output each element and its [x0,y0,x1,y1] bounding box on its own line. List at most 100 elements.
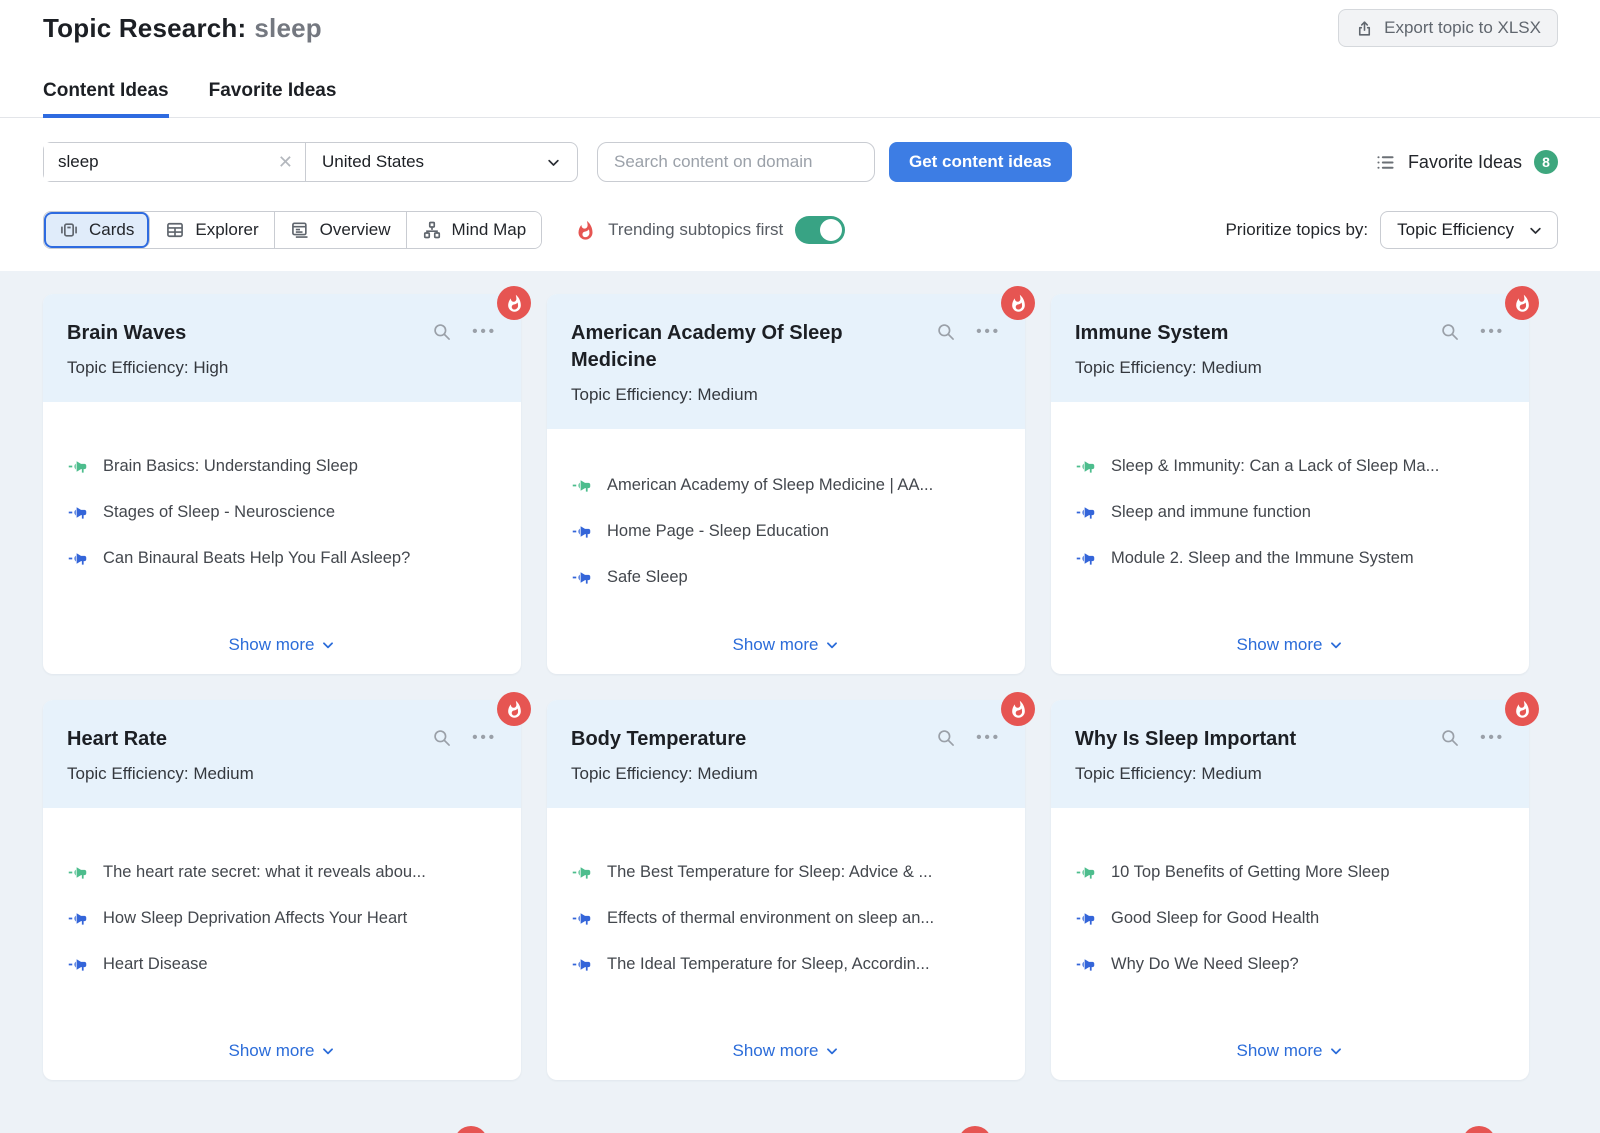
trending-toggle-switch[interactable] [795,216,845,244]
export-xlsx-button[interactable]: Export topic to XLSX [1338,9,1558,47]
headline-item[interactable]: Effects of thermal environment on sleep … [571,908,1001,929]
prioritize-control: Prioritize topics by: Topic Efficiency [1225,211,1558,249]
card-title: Why Is Sleep Important [1075,726,1440,753]
chevron-down-icon [1329,638,1343,652]
headline-item[interactable]: Home Page - Sleep Education [571,521,1001,542]
headline-item[interactable]: Heart Disease [67,954,497,975]
country-select[interactable]: United States [305,143,577,181]
prioritize-select[interactable]: Topic Efficiency [1380,211,1558,249]
ellipsis-icon[interactable]: ••• [472,733,497,743]
tabs-bar: Content Ideas Favorite Ideas [0,80,1600,118]
headline-item[interactable]: Can Binaural Beats Help You Fall Asleep? [67,548,497,569]
ellipsis-icon[interactable]: ••• [472,327,497,337]
headline-item[interactable]: The heart rate secret: what it reveals a… [67,862,497,883]
headline-text: Effects of thermal environment on sleep … [607,909,934,928]
favorite-ideas-link[interactable]: Favorite Ideas 8 [1375,150,1558,174]
card-header: Body Temperature ••• Topic Efficiency: M… [547,700,1025,808]
keyword-input[interactable] [44,143,274,181]
headline-text: American Academy of Sleep Medicine | AA.… [607,476,933,495]
trending-subtopics-control: Trending subtopics first [575,216,845,244]
show-more-link[interactable]: Show more [733,635,840,674]
card-header: American Academy Of Sleep Medicine ••• T… [547,294,1025,429]
search-icon[interactable] [936,728,956,748]
cards-band: Brain Waves ••• Topic Efficiency: High B… [0,271,1600,1133]
headline-text: Good Sleep for Good Health [1111,909,1319,928]
card-header: Heart Rate ••• Topic Efficiency: Medium [43,700,521,808]
card-header: Immune System ••• Topic Efficiency: Medi… [1051,294,1529,402]
view-cards-label: Cards [89,220,134,240]
card-header: Brain Waves ••• Topic Efficiency: High [43,294,521,402]
headline-text: Heart Disease [103,955,208,974]
view-cards[interactable]: Cards [44,212,150,248]
ellipsis-icon[interactable]: ••• [1480,327,1505,337]
topic-efficiency-value: Medium [1201,764,1261,783]
show-more-link[interactable]: Show more [1237,1041,1344,1080]
country-select-value: United States [322,152,424,172]
trending-subtopics-label: Trending subtopics first [608,220,783,240]
megaphone-icon [571,475,592,496]
megaphone-icon [67,908,88,929]
headline-text: 10 Top Benefits of Getting More Sleep [1111,863,1390,882]
card-title: American Academy Of Sleep Medicine [571,320,936,374]
headline-item[interactable]: How Sleep Deprivation Affects Your Heart [67,908,497,929]
view-explorer[interactable]: Explorer [150,212,274,248]
topic-efficiency-value: Medium [697,764,757,783]
topic-efficiency-value: Medium [1201,358,1261,377]
search-icon[interactable] [1440,322,1460,342]
card-title: Immune System [1075,320,1440,347]
ellipsis-icon[interactable]: ••• [1480,733,1505,743]
chevron-down-icon [825,638,839,652]
topic-efficiency: Topic Efficiency: Medium [571,385,1001,405]
headline-item[interactable]: Sleep & Immunity: Can a Lack of Sleep Ma… [1075,456,1505,477]
headline-item[interactable]: Why Do We Need Sleep? [1075,954,1505,975]
headline-item[interactable]: Good Sleep for Good Health [1075,908,1505,929]
headline-item[interactable]: Stages of Sleep - Neuroscience [67,502,497,523]
table-icon [165,220,185,240]
get-content-ideas-button[interactable]: Get content ideas [889,142,1072,182]
tab-content-ideas[interactable]: Content Ideas [43,80,169,117]
search-icon[interactable] [432,322,452,342]
show-more-link[interactable]: Show more [733,1041,840,1080]
headline-item[interactable]: American Academy of Sleep Medicine | AA.… [571,475,1001,496]
search-icon[interactable] [432,728,452,748]
domain-search-input[interactable] [597,142,875,182]
view-overview[interactable]: Overview [275,212,407,248]
mindmap-icon [422,220,442,240]
show-more-link[interactable]: Show more [1237,635,1344,674]
headline-item[interactable]: The Ideal Temperature for Sleep, Accordi… [571,954,1001,975]
card-body: American Academy of Sleep Medicine | AA.… [547,429,1025,674]
view-mind-map[interactable]: Mind Map [407,212,542,248]
favorite-ideas-label: Favorite Ideas [1408,152,1522,173]
megaphone-icon [1075,502,1096,523]
search-icon[interactable] [1440,728,1460,748]
card-header: Why Is Sleep Important ••• Topic Efficie… [1051,700,1529,808]
topic-card: Heart Rate ••• Topic Efficiency: Medium … [43,700,521,1080]
show-more-link[interactable]: Show more [229,1041,336,1080]
topic-card: Brain Waves ••• Topic Efficiency: High B… [43,294,521,674]
chevron-down-icon [546,155,561,170]
megaphone-icon [571,954,592,975]
ellipsis-icon[interactable]: ••• [976,733,1001,743]
headline-item[interactable]: 10 Top Benefits of Getting More Sleep [1075,862,1505,883]
show-more-link[interactable]: Show more [229,635,336,674]
topic-efficiency-value: Medium [697,385,757,404]
headline-item[interactable]: Safe Sleep [571,567,1001,588]
page-title: Topic Research:sleep [43,13,322,44]
chevron-down-icon [825,1044,839,1058]
chevron-down-icon [1528,223,1543,238]
chevron-down-icon [321,638,335,652]
ellipsis-icon[interactable]: ••• [976,327,1001,337]
tab-favorite-ideas[interactable]: Favorite Ideas [209,80,337,117]
trending-flame-badge [497,286,531,320]
close-icon[interactable]: ✕ [274,153,305,171]
topic-card: Immune System ••• Topic Efficiency: Medi… [1051,294,1529,674]
headline-item[interactable]: Sleep and immune function [1075,502,1505,523]
headline-item[interactable]: The Best Temperature for Sleep: Advice &… [571,862,1001,883]
headline-item[interactable]: Module 2. Sleep and the Immune System [1075,548,1505,569]
megaphone-icon [571,521,592,542]
upload-icon [1355,19,1374,38]
headline-item[interactable]: Brain Basics: Understanding Sleep [67,456,497,477]
page-title-query: sleep [254,13,322,43]
trending-flame-badge [1505,286,1539,320]
search-icon[interactable] [936,322,956,342]
